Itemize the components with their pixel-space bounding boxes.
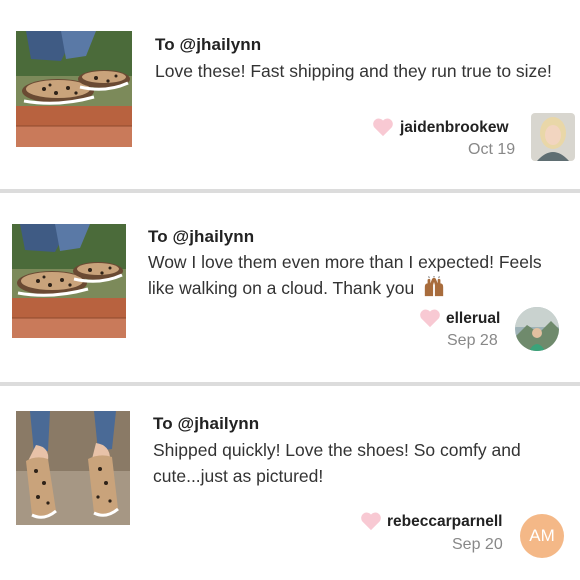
review-card: To @jhailynn Shipped quickly! Love the s… bbox=[0, 386, 580, 580]
recipient-line: To @jhailynn bbox=[155, 35, 262, 54]
user-photo-icon bbox=[515, 307, 559, 351]
reviewer-username[interactable]: rebeccarparnell bbox=[387, 513, 502, 531]
product-thumbnail[interactable] bbox=[12, 224, 126, 338]
reviewer-avatar[interactable] bbox=[531, 113, 575, 161]
heart-icon[interactable] bbox=[360, 511, 382, 531]
review-date: Sep 20 bbox=[452, 536, 503, 553]
review-card: To @jhailynn Love these! Fast shipping a… bbox=[0, 0, 580, 189]
review-message: Wow I love them even more than I expecte… bbox=[148, 249, 568, 301]
leopard-sneakers-image bbox=[16, 31, 132, 147]
reviewer-avatar-initials[interactable]: AM bbox=[520, 514, 564, 558]
reviewer-username[interactable]: ellerual bbox=[446, 310, 500, 328]
user-photo-icon bbox=[531, 113, 575, 161]
review-message: Love these! Fast shipping and they run t… bbox=[155, 61, 552, 81]
reviewer-username[interactable]: jaidenbrookew bbox=[400, 119, 509, 137]
leopard-sneakers-image bbox=[12, 224, 126, 338]
review-date: Sep 28 bbox=[447, 332, 498, 349]
recipient-line: To @jhailynn bbox=[148, 227, 255, 246]
leopard-sneakers-image bbox=[16, 411, 130, 525]
review-message-text: Wow I love them even more than I expecte… bbox=[148, 252, 542, 298]
recipient-line: To @jhailynn bbox=[153, 414, 260, 433]
raising-hands-emoji-icon bbox=[424, 276, 444, 297]
heart-icon[interactable] bbox=[419, 308, 441, 328]
product-thumbnail[interactable] bbox=[16, 31, 132, 147]
reviewer-avatar[interactable] bbox=[515, 307, 559, 351]
review-message: Shipped quickly! Love the shoes! So comf… bbox=[153, 440, 521, 486]
product-thumbnail[interactable] bbox=[16, 411, 130, 525]
review-date: Oct 19 bbox=[468, 141, 516, 158]
review-card: To @jhailynn Wow I love them even more t… bbox=[0, 193, 580, 382]
heart-icon[interactable] bbox=[372, 117, 394, 137]
